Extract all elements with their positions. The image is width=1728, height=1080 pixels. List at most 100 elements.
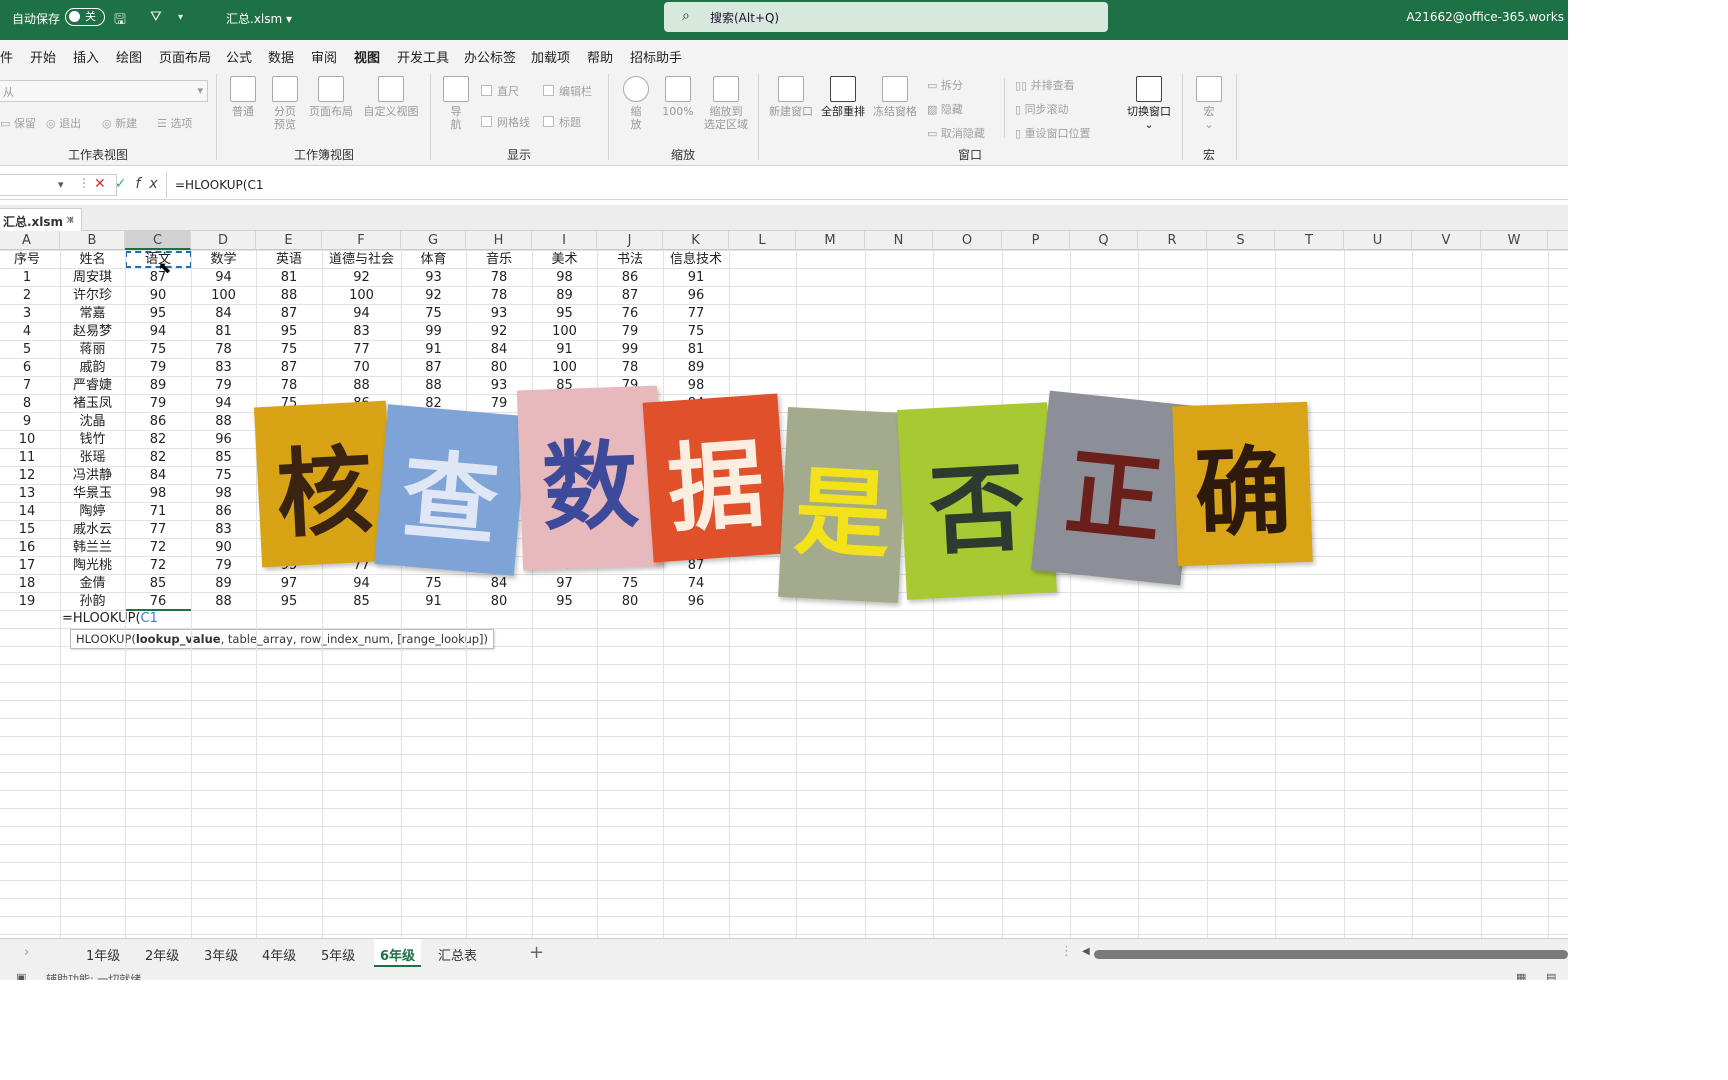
table-cell[interactable]: 81 bbox=[191, 323, 256, 341]
table-cell[interactable]: 79 bbox=[125, 359, 191, 377]
table-cell[interactable]: 98 bbox=[532, 269, 597, 287]
table-cell[interactable]: 95 bbox=[256, 593, 322, 611]
horizontal-scrollbar[interactable] bbox=[1094, 950, 1568, 959]
table-cell[interactable]: 84 bbox=[125, 467, 191, 485]
table-cell[interactable]: 94 bbox=[322, 305, 401, 323]
header-cell[interactable]: 道德与社会 bbox=[322, 251, 401, 269]
menu-tab[interactable]: 开发工具 bbox=[397, 47, 449, 66]
add-sheet-button[interactable]: + bbox=[529, 942, 544, 963]
table-cell[interactable]: 86 bbox=[125, 413, 191, 431]
table-cell[interactable]: 85 bbox=[191, 449, 256, 467]
sheet-tab[interactable]: 2年级 bbox=[145, 945, 179, 964]
table-cell[interactable]: 84 bbox=[466, 575, 532, 593]
table-cell[interactable]: 98 bbox=[125, 485, 191, 503]
table-cell[interactable]: 85 bbox=[322, 593, 401, 611]
cancel-icon[interactable]: ✕ bbox=[94, 176, 115, 192]
table-cell[interactable]: 86 bbox=[191, 503, 256, 521]
header-cell[interactable]: 信息技术 bbox=[663, 251, 729, 269]
table-cell[interactable]: 77 bbox=[125, 521, 191, 539]
table-cell[interactable]: 79 bbox=[597, 323, 663, 341]
header-cell[interactable]: 姓名 bbox=[60, 251, 125, 269]
table-cell[interactable]: 沈晶 bbox=[60, 413, 125, 431]
table-cell[interactable]: 严睿婕 bbox=[60, 377, 125, 395]
ruler-checkbox[interactable]: 直尺 bbox=[481, 83, 519, 99]
table-cell[interactable]: 韩兰兰 bbox=[60, 539, 125, 557]
table-cell[interactable]: 89 bbox=[125, 377, 191, 395]
table-cell[interactable]: 92 bbox=[322, 269, 401, 287]
menu-tab[interactable]: 开始 bbox=[30, 47, 56, 66]
navigation-button[interactable]: 导 航 bbox=[440, 76, 472, 131]
normal-view-status-icon[interactable]: ▦ bbox=[1516, 971, 1526, 980]
table-cell[interactable]: 75 bbox=[401, 305, 466, 323]
table-cell[interactable]: 3 bbox=[0, 305, 60, 323]
column-header[interactable]: W bbox=[1481, 231, 1548, 250]
customize-qat-icon[interactable]: ▾ bbox=[178, 12, 183, 23]
table-cell[interactable]: 华景玉 bbox=[60, 485, 125, 503]
header-cell[interactable]: 序号 bbox=[0, 251, 60, 269]
table-cell[interactable]: 89 bbox=[532, 287, 597, 305]
table-cell[interactable]: 92 bbox=[466, 323, 532, 341]
table-cell[interactable]: 76 bbox=[125, 593, 191, 611]
table-cell[interactable]: 16 bbox=[0, 539, 60, 557]
table-cell[interactable]: 78 bbox=[466, 269, 532, 287]
split-button[interactable]: ▭ 拆分 bbox=[927, 77, 963, 93]
table-cell[interactable]: 77 bbox=[663, 305, 729, 323]
table-cell[interactable]: 5 bbox=[0, 341, 60, 359]
reset-window-position-button[interactable]: ▯ 重设窗口位置 bbox=[1015, 125, 1091, 141]
column-header[interactable]: S bbox=[1207, 231, 1275, 250]
new-view-button[interactable]: ◎ 新建 bbox=[102, 115, 137, 131]
column-header[interactable]: B bbox=[60, 231, 125, 250]
table-cell[interactable]: 72 bbox=[125, 539, 191, 557]
table-cell[interactable]: 77 bbox=[322, 341, 401, 359]
table-cell[interactable]: 96 bbox=[663, 593, 729, 611]
zoom-button[interactable]: 缩 放 bbox=[620, 76, 652, 131]
sheet-tab[interactable]: 4年级 bbox=[262, 945, 296, 964]
table-cell[interactable]: 96 bbox=[663, 287, 729, 305]
table-cell[interactable]: 95 bbox=[532, 305, 597, 323]
table-cell[interactable]: 张瑶 bbox=[60, 449, 125, 467]
table-cell[interactable]: 79 bbox=[191, 557, 256, 575]
table-cell[interactable]: 79 bbox=[125, 395, 191, 413]
column-header[interactable]: H bbox=[466, 231, 532, 250]
macros-button[interactable]: 宏 ⌄ bbox=[1192, 76, 1226, 131]
table-cell[interactable]: 7 bbox=[0, 377, 60, 395]
table-cell[interactable]: 94 bbox=[125, 323, 191, 341]
file-name[interactable]: 汇总.xlsm ▾ bbox=[226, 10, 292, 27]
column-header[interactable]: V bbox=[1412, 231, 1481, 250]
table-cell[interactable]: 82 bbox=[125, 431, 191, 449]
exit-view-button[interactable]: ◎ 退出 bbox=[46, 115, 81, 131]
table-cell[interactable]: 75 bbox=[597, 575, 663, 593]
column-header[interactable]: G bbox=[401, 231, 466, 250]
table-cell[interactable]: 10 bbox=[0, 431, 60, 449]
table-cell[interactable]: 18 bbox=[0, 575, 60, 593]
zoom-to-selection-button[interactable]: 缩放到 选定区域 bbox=[700, 76, 752, 131]
column-header[interactable]: O bbox=[933, 231, 1002, 250]
formula-input[interactable]: =HLOOKUP(C1 bbox=[166, 172, 1566, 198]
sheet-tab[interactable]: 6年级 bbox=[374, 939, 422, 967]
table-cell[interactable]: 74 bbox=[663, 575, 729, 593]
menu-tab[interactable]: 件 bbox=[0, 47, 13, 66]
table-cell[interactable]: 17 bbox=[0, 557, 60, 575]
column-header[interactable]: D bbox=[191, 231, 256, 250]
page-break-preview-button[interactable]: 分页 预览 bbox=[268, 76, 302, 131]
table-cell[interactable]: 80 bbox=[597, 593, 663, 611]
scroll-splitter-icon[interactable]: ⋮ bbox=[1060, 944, 1073, 959]
table-cell[interactable]: 75 bbox=[256, 341, 322, 359]
menu-tab[interactable]: 招标助手 bbox=[630, 47, 682, 66]
table-cell[interactable]: 94 bbox=[191, 269, 256, 287]
table-cell[interactable]: 100 bbox=[532, 323, 597, 341]
table-cell[interactable]: 91 bbox=[401, 593, 466, 611]
unhide-button[interactable]: ▭ 取消隐藏 bbox=[927, 125, 985, 141]
page-layout-status-icon[interactable]: ▤ bbox=[1546, 971, 1556, 980]
menu-tab[interactable]: 绘图 bbox=[116, 47, 142, 66]
gridlines-checkbox[interactable]: 网格线 bbox=[481, 114, 530, 130]
table-cell[interactable]: 94 bbox=[322, 575, 401, 593]
column-header[interactable]: R bbox=[1138, 231, 1207, 250]
column-header[interactable]: U bbox=[1344, 231, 1412, 250]
table-cell[interactable]: 12 bbox=[0, 467, 60, 485]
freeze-panes-button[interactable]: 冻结窗格 bbox=[870, 76, 920, 118]
arrange-all-button[interactable]: 全部重排 bbox=[818, 76, 868, 118]
table-cell[interactable]: 78 bbox=[256, 377, 322, 395]
table-cell[interactable]: 93 bbox=[466, 305, 532, 323]
table-cell[interactable]: 87 bbox=[597, 287, 663, 305]
